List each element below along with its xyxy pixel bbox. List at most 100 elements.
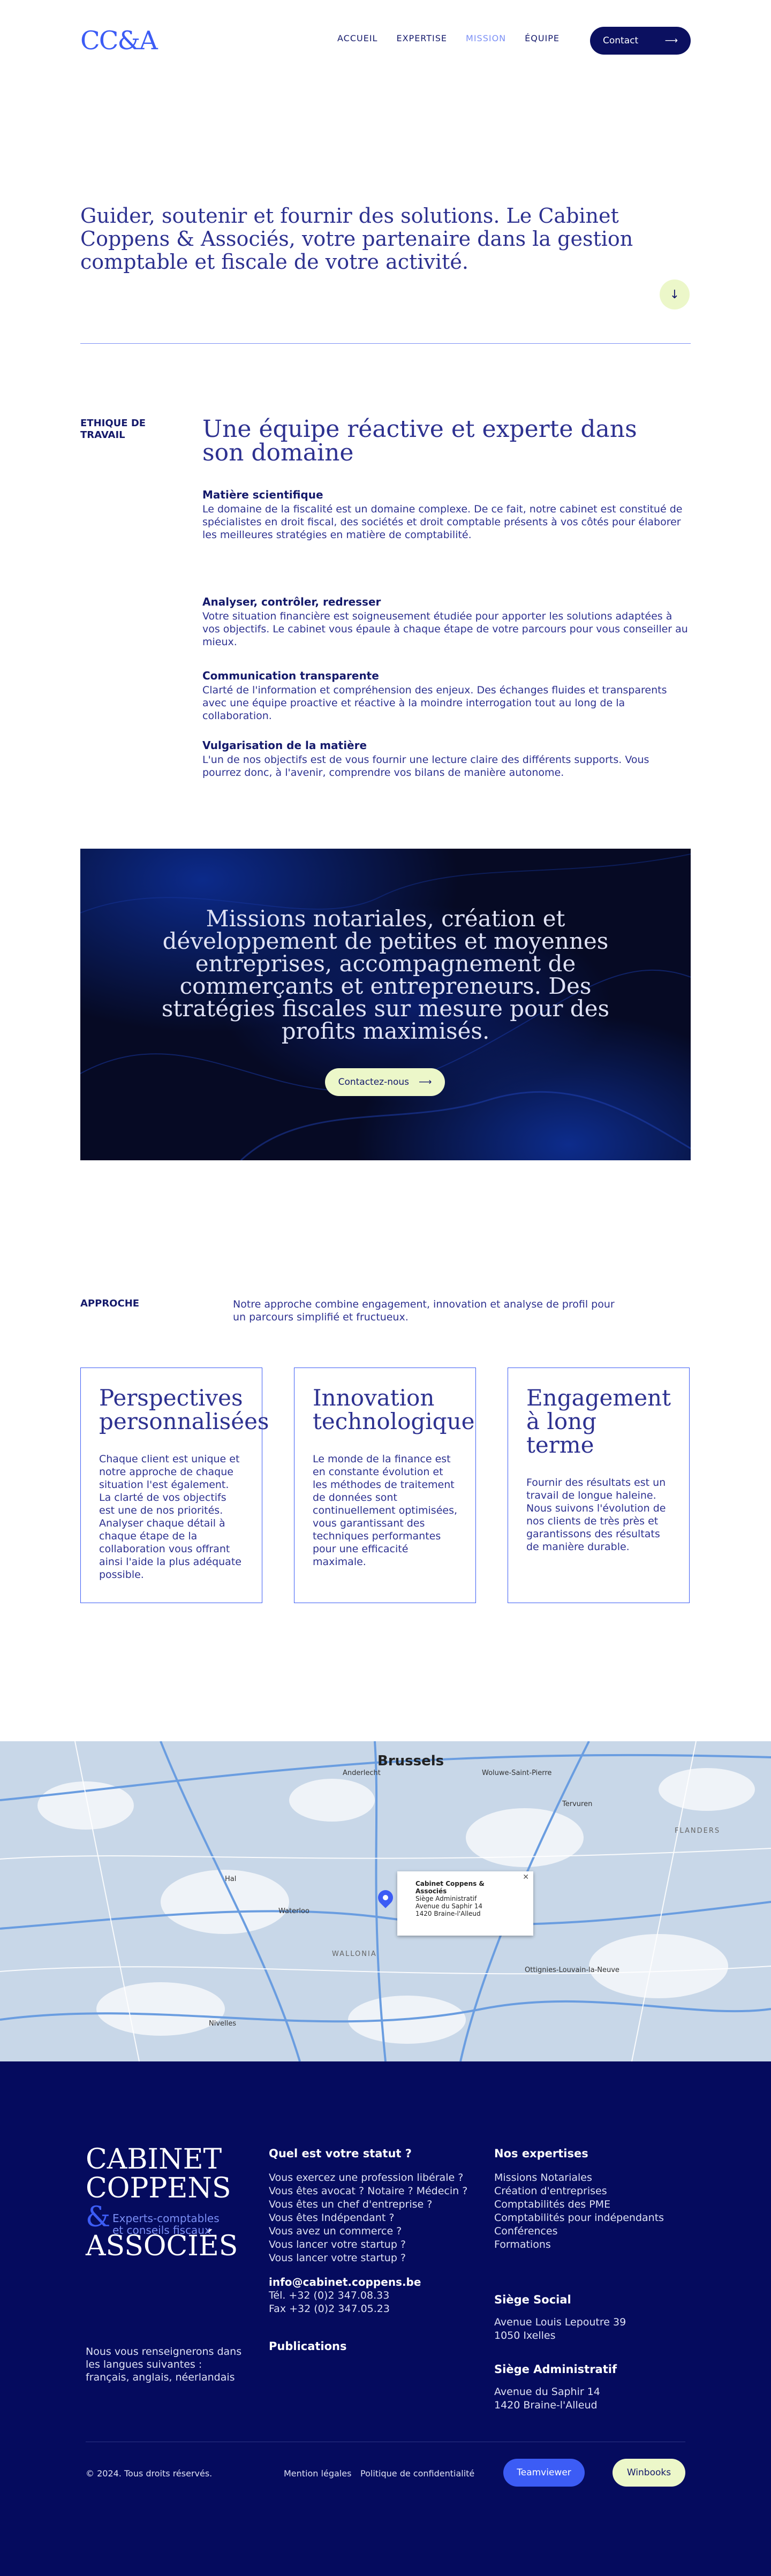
nav-item-equipe[interactable]: ÉQUIPE [525, 33, 560, 43]
nav-item-mission[interactable]: MISSION [466, 33, 506, 43]
footer-phone: Tél. +32 (0)2 347.08.33 Fax +32 (0)2 347… [269, 2289, 390, 2316]
feature-item: Communication transparente Clarté de l'i… [202, 669, 691, 722]
footer-logo-line: CABINET [86, 2143, 222, 2175]
address-line: 1420 Braine-l'Alleud [494, 2399, 598, 2411]
winbooks-button[interactable]: Winbooks [613, 2459, 685, 2487]
map-info-popup: ✕ Cabinet Coppens & Associés Siège Admin… [397, 1871, 533, 1936]
footer-link[interactable]: Formations [494, 2238, 664, 2252]
privacy-link[interactable]: Politique de confidentialité [360, 2468, 474, 2479]
divider [80, 343, 691, 344]
address-line: Avenue Louis Lepoutre 39 [494, 2316, 626, 2328]
main-nav: ACCUEIL EXPERTISE MISSION ÉQUIPE [337, 33, 560, 43]
popup-line: 1420 Braine-l'Alleud [415, 1910, 481, 1917]
card-title: Engagement à long terme [526, 1385, 671, 1458]
footer-link[interactable]: Vous exercez une profession libérale ? [269, 2171, 467, 2185]
feature-desc: L'un de nos objectifs est de vous fourni… [202, 754, 649, 779]
footer-publications-link[interactable]: Publications [269, 2340, 347, 2353]
footer-email-link[interactable]: info@cabinet.coppens.be [269, 2276, 421, 2288]
arrow-right-icon: ⟶ [664, 35, 678, 46]
footer-logo-line: COPPENS [86, 2172, 231, 2204]
ethique-title: Une équipe réactive et experte dans son … [202, 416, 637, 466]
site-footer: CABINET COPPENS & ASSOCIÉS Experts-compt… [0, 2061, 771, 2576]
footer-status-list: Vous exercez une profession libérale ? V… [269, 2171, 467, 2265]
contact-us-label: Contactez-nous [338, 1077, 410, 1087]
address-line: Avenue du Saphir 14 [494, 2386, 600, 2398]
popup-line: Avenue du Saphir 14 [415, 1902, 482, 1910]
map-place-label: Anderlecht [343, 1769, 381, 1777]
address-line: 1050 Ixelles [494, 2330, 556, 2341]
popup-title: Cabinet Coppens & Associés [415, 1880, 485, 1895]
footer-heading-siege-social: Siège Social [494, 2293, 571, 2306]
copyright: © 2024. Tous droits réservés. [86, 2468, 213, 2479]
footer-address-admin: Avenue du Saphir 14 1420 Braine-l'Alleud [494, 2385, 600, 2412]
hero-heading: Guider, soutenir et fournir des solution… [80, 204, 633, 274]
footer-logo[interactable]: CABINET COPPENS & ASSOCIÉS [86, 2145, 238, 2261]
footer-link[interactable]: Vous avez un commerce ? [269, 2225, 467, 2238]
teamviewer-button[interactable]: Teamviewer [503, 2459, 585, 2487]
feature-desc: Le domaine de la fiscalité est un domain… [202, 503, 683, 541]
section-label-approche: APPROCHE [80, 1298, 140, 1309]
map-place-label: Woluwe-Saint-Pierre [482, 1769, 552, 1777]
feature-title: Matière scientifique [202, 488, 323, 501]
footer-link[interactable]: Vous êtes Indépendant ? [269, 2211, 467, 2225]
site-header: CC&A ACCUEIL EXPERTISE MISSION ÉQUIPE Co… [0, 0, 771, 80]
footer-heading-expertises: Nos expertises [494, 2147, 588, 2160]
site-logo[interactable]: CC&A [80, 26, 158, 56]
card-desc: Chaque client est unique et notre approc… [99, 1453, 241, 1581]
footer-link[interactable]: Création d'entreprises [494, 2185, 664, 2198]
footer-logo-sub-line: et conseils fiscaux [112, 2224, 211, 2237]
footer-link[interactable]: Vous lancer votre startup ? [269, 2252, 467, 2265]
feature-item: Matière scientifique Le domaine de la fi… [202, 488, 691, 541]
card-desc: Fournir des résultats est un travail de … [526, 1477, 666, 1553]
banner-text: Missions notariales, création et dévelop… [161, 905, 610, 1044]
feature-item: Analyser, contrôler, redresser Votre sit… [202, 595, 691, 648]
footer-link[interactable]: Comptabilités pour indépendants [494, 2211, 664, 2225]
footer-link[interactable]: Vous êtes avocat ? Notaire ? Médecin ? [269, 2185, 467, 2198]
map-place-label: Nivelles [209, 2020, 237, 2028]
map-place-label: Ottignies-Louvain-la-Neuve [525, 1966, 619, 1974]
feature-title: Vulgarisation de la matière [202, 739, 367, 752]
footer-link[interactable]: Comptabilités des PME [494, 2198, 664, 2211]
approach-card: Perspectives personnalisées Chaque clien… [80, 1368, 269, 1603]
map-region-label: FLANDERS [675, 1827, 721, 1835]
contact-button[interactable]: Contact ⟶ [590, 27, 691, 55]
legal-link[interactable]: Mention légales [284, 2468, 351, 2479]
nav-item-expertise[interactable]: EXPERTISE [396, 33, 447, 43]
footer-heading-siege-admin: Siège Administratif [494, 2363, 617, 2376]
feature-title: Communication transparente [202, 669, 379, 682]
feature-item: Vulgarisation de la matière L'un de nos … [202, 739, 691, 779]
section-label-ethique: ETHIQUE DE TRAVAIL [80, 418, 146, 441]
footer-logo-subtitle: Experts-comptables et conseils fiscaux [112, 2212, 220, 2236]
footer-languages: Nous vous renseignerons dans les langues… [86, 2346, 242, 2383]
footer-tel: Tél. +32 (0)2 347.08.33 [269, 2290, 390, 2301]
footer-fax: Fax +32 (0)2 347.05.23 [269, 2303, 390, 2315]
footer-address-social: Avenue Louis Lepoutre 39 1050 Ixelles [494, 2316, 626, 2343]
popup-line: Siège Administratif [415, 1895, 477, 1902]
missions-banner: Missions notariales, création et dévelop… [80, 849, 691, 1160]
contact-button-label: Contact [603, 35, 639, 46]
footer-link[interactable]: Vous lancer votre startup ? [269, 2238, 467, 2252]
arrow-right-icon: ⟶ [419, 1077, 432, 1087]
card-desc: Le monde de la finance est en constante … [313, 1453, 458, 1568]
map-city-label: Brussels [377, 1753, 444, 1769]
footer-link[interactable]: Conférences [494, 2225, 664, 2238]
close-icon[interactable]: ✕ [523, 1874, 529, 1881]
feature-desc: Clarté de l'information et compréhension… [202, 684, 667, 722]
card-title: Perspectives personnalisées [99, 1385, 269, 1434]
footer-expertise-list: Missions Notariales Création d'entrepris… [494, 2171, 664, 2252]
approach-card: Engagement à long terme Fournir des résu… [508, 1368, 690, 1603]
footer-logo-sub-line: Experts-comptables [112, 2212, 220, 2225]
map-place-label: Hal [225, 1875, 237, 1883]
map-place-label: Tervuren [562, 1800, 593, 1808]
footer-heading-status: Quel est votre statut ? [269, 2147, 412, 2160]
nav-item-accueil[interactable]: ACCUEIL [337, 33, 377, 43]
footer-link[interactable]: Vous êtes un chef d'entreprise ? [269, 2198, 467, 2211]
approach-card: Innovation technologique Le monde de la … [294, 1368, 476, 1603]
card-title: Innovation technologique [313, 1385, 475, 1434]
feature-desc: Votre situation financière est soigneuse… [202, 610, 688, 648]
feature-title: Analyser, contrôler, redresser [202, 595, 381, 608]
map-place-label: Waterloo [278, 1907, 309, 1915]
contact-us-button[interactable]: Contactez-nous ⟶ [325, 1068, 445, 1096]
footer-link[interactable]: Missions Notariales [494, 2171, 664, 2185]
arrow-down-icon[interactable]: ↓ [660, 279, 690, 309]
